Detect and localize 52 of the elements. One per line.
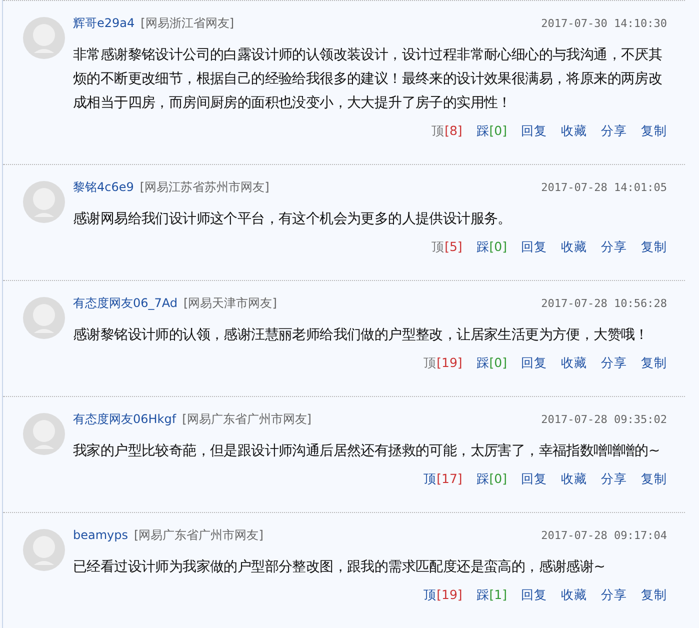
comment-text: 非常感谢黎铭设计公司的白露设计师的认领改装设计，设计过程非常耐心细心的与我沟通，不厌其烦的不断更改细节，根据自己的经验给我很多的建议！最终来的设计效果很满易，将原来的两房改成相当于四房，而房间厨房的面积也没变小，大大提升了房子的实用性！: [73, 46, 664, 113]
action-link[interactable]: 收藏: [561, 587, 587, 604]
action-link[interactable]: 分享: [601, 471, 627, 488]
user-location: [网易广东省广州市网友]: [134, 528, 264, 542]
comment-time: 2017-07-28 14:01:05: [541, 181, 667, 194]
action-link[interactable]: 回复: [521, 123, 547, 140]
user-name[interactable]: 有态度网友06_7Ad: [73, 296, 178, 310]
user-location: [网易天津市网友]: [184, 296, 277, 310]
avatar-icon: [23, 529, 65, 571]
action-link[interactable]: 回复: [521, 587, 547, 604]
action-link[interactable]: 分享: [601, 123, 627, 140]
action-link[interactable]: 收藏: [561, 355, 587, 372]
comment-time: 2017-07-28 09:35:02: [541, 413, 667, 426]
downvote-link[interactable]: 踩[0]: [476, 239, 507, 256]
action-link[interactable]: 回复: [521, 471, 547, 488]
action-link[interactable]: 复制: [641, 239, 667, 256]
downvote-link[interactable]: 踩[0]: [476, 355, 507, 372]
action-link[interactable]: 分享: [601, 239, 627, 256]
action-link[interactable]: 回复: [521, 355, 547, 372]
comment-text: 感谢网易给我们设计师这个平台，有这个机会为更多的人提供设计服务。: [73, 210, 512, 229]
avatar-icon: [23, 297, 65, 339]
downvote-link[interactable]: 踩[0]: [476, 471, 507, 488]
comment-time: 2017-07-30 14:10:30: [541, 17, 667, 30]
action-link[interactable]: 分享: [601, 587, 627, 604]
upvote-link[interactable]: 顶[17]: [424, 471, 462, 488]
downvote-link[interactable]: 踩[1]: [476, 587, 507, 604]
action-link[interactable]: 收藏: [561, 123, 587, 140]
comment-text: 感谢黎铭设计师的认领，感谢汪慧丽老师给我们做的户型整改，让居家生活更为方便，大赞哦！: [73, 326, 650, 345]
action-link[interactable]: 复制: [641, 471, 667, 488]
action-link[interactable]: 分享: [601, 355, 627, 372]
action-link[interactable]: 复制: [641, 587, 667, 604]
user-location: [网易浙江省网友]: [140, 16, 234, 30]
action-link[interactable]: 收藏: [561, 471, 587, 488]
user-name[interactable]: 黎铭4c6e9: [73, 180, 134, 194]
action-link[interactable]: 复制: [641, 355, 667, 372]
action-link[interactable]: 回复: [521, 239, 547, 256]
action-link[interactable]: 复制: [641, 123, 667, 140]
avatar-icon: [23, 181, 65, 223]
user-name[interactable]: 有态度网友06Hkgf: [73, 412, 176, 426]
comment-text: 已经看过设计师为我家做的户型部分整改图，跟我的需求匹配度还是蛮高的，感谢感谢~: [73, 558, 606, 577]
comment-time: 2017-07-28 10:56:28: [541, 297, 667, 310]
comment-time: 2017-07-28 09:17:04: [541, 529, 667, 542]
user-location: [网易江苏省苏州市网友]: [140, 180, 270, 194]
upvote-link[interactable]: 顶[19]: [424, 587, 462, 604]
action-link[interactable]: 收藏: [561, 239, 587, 256]
comment-text: 我家的户型比较奇葩，但是跟设计师沟通后居然还有拯救的可能，太厉害了，幸福指数噌噌噌的~: [73, 442, 661, 461]
user-name[interactable]: beamyps: [73, 528, 128, 542]
avatar-icon: [23, 17, 65, 59]
downvote-link[interactable]: 踩[0]: [476, 123, 507, 140]
user-name[interactable]: 辉哥e29a4: [73, 16, 135, 30]
avatar-icon: [23, 413, 65, 455]
user-location: [网易广东省广州市网友]: [182, 412, 312, 426]
